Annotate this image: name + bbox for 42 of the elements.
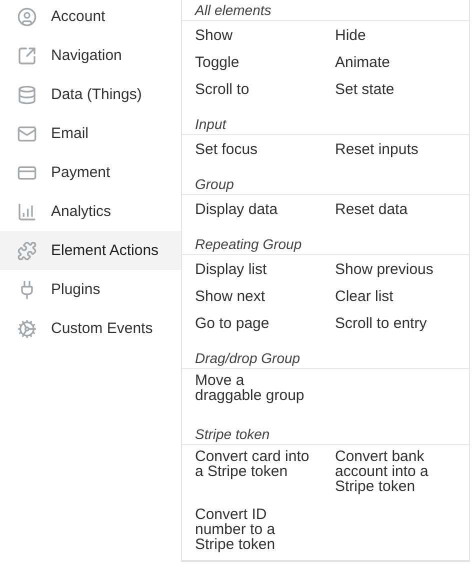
action-item[interactable]: Display list — [195, 256, 335, 283]
action-item[interactable]: Toggle — [195, 49, 335, 76]
action-item[interactable]: Convert bank account into a Stripe token — [335, 446, 469, 504]
action-item[interactable]: Convert ID number to a Stripe token — [195, 504, 335, 560]
action-item[interactable]: Reset data — [335, 196, 469, 223]
sidebar-item[interactable]: Account — [0, 0, 181, 36]
action-item[interactable]: Display data — [195, 196, 335, 223]
action-item[interactable]: Set focus — [195, 136, 335, 163]
action-item[interactable]: Animate — [335, 49, 469, 76]
section-header: Drag/drop Group — [182, 348, 469, 369]
chart-icon — [17, 202, 37, 222]
action-item[interactable]: Go to page — [195, 310, 335, 337]
mail-icon — [17, 124, 37, 144]
section-header: Input — [182, 114, 469, 135]
section-header: Stripe token — [182, 424, 469, 445]
section-header: Repeating Group — [182, 234, 469, 255]
action-item[interactable]: Show previous — [335, 256, 469, 283]
user-icon — [17, 6, 37, 26]
sidebar-item[interactable]: Email — [0, 114, 181, 153]
sidebar-item[interactable]: Data (Things) — [0, 75, 181, 114]
action-item[interactable]: Show — [195, 22, 335, 49]
database-icon — [17, 84, 37, 104]
sidebar-item[interactable]: Analytics — [0, 192, 181, 231]
puzzle-icon — [17, 240, 37, 260]
sidebar-item[interactable]: Plugins — [0, 270, 181, 309]
action-item[interactable]: Set state — [335, 76, 469, 103]
gear-icon — [17, 318, 37, 338]
share-icon — [17, 46, 37, 66]
action-item[interactable]: Scroll to — [195, 76, 335, 103]
section-header: All elements — [182, 0, 469, 21]
sidebar-item[interactable]: Element Actions — [0, 231, 181, 270]
sidebar-item[interactable]: Navigation — [0, 36, 181, 75]
action-item[interactable]: Convert card into a Stripe token — [195, 446, 335, 489]
section-header: Group — [182, 174, 469, 195]
action-item[interactable]: Move a draggable group — [195, 370, 335, 413]
sidebar-item[interactable]: Payment — [0, 153, 181, 192]
action-item[interactable]: Clear list — [335, 283, 469, 310]
action-item[interactable]: Reset inputs — [335, 136, 469, 163]
sidebar-item[interactable]: Custom Events — [0, 309, 181, 348]
action-item[interactable]: Scroll to entry — [335, 310, 469, 337]
action-item[interactable]: Show next — [195, 283, 335, 310]
action-item[interactable]: Hide — [335, 22, 469, 49]
